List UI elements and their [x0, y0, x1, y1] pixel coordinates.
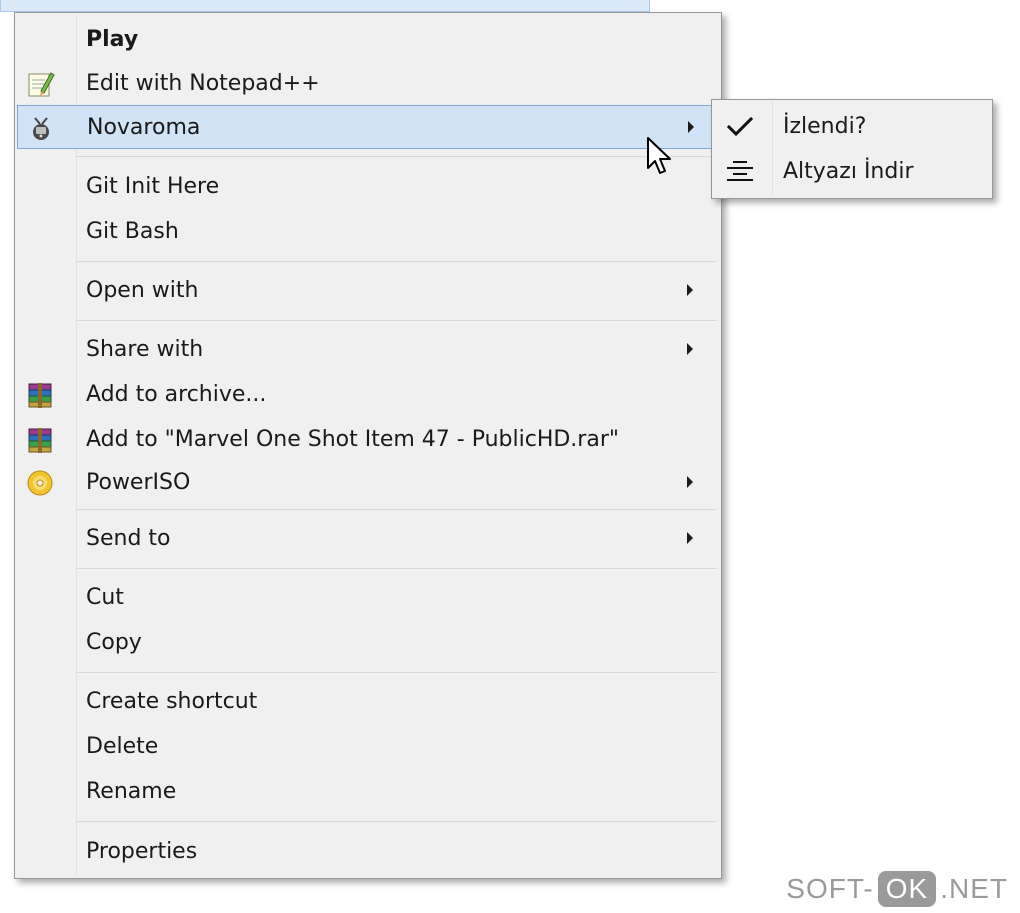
- menu-item-properties[interactable]: Properties: [17, 830, 719, 874]
- menu-item-label: Add to "Marvel One Shot Item 47 - Public…: [86, 427, 619, 452]
- menu-item-delete[interactable]: Delete: [17, 725, 719, 769]
- submenu-item-label: Altyazı İndir: [783, 159, 914, 184]
- menu-item-create-shortcut[interactable]: Create shortcut: [17, 680, 719, 724]
- watermark-ok: OK: [877, 871, 937, 907]
- menu-item-label: Cut: [86, 585, 124, 610]
- watermark: SOFT- OK .NET: [786, 869, 1008, 909]
- submenu-arrow-icon: [688, 121, 694, 133]
- separator: [77, 821, 717, 822]
- menu-item-label: Git Init Here: [86, 174, 220, 199]
- menu-item-label: Delete: [86, 734, 159, 759]
- notepadpp-icon: [25, 69, 55, 99]
- submenu-arrow-icon: [687, 476, 693, 488]
- menu-item-rename[interactable]: Rename: [17, 770, 719, 814]
- menu-item-cut[interactable]: Cut: [17, 576, 719, 620]
- novaroma-icon: [26, 113, 56, 143]
- menu-item-label: Open with: [86, 278, 199, 303]
- separator: [77, 261, 717, 262]
- menu-item-label: PowerISO: [86, 470, 191, 495]
- menu-item-poweriso[interactable]: PowerISO: [17, 461, 719, 505]
- menu-item-git-init-here[interactable]: Git Init Here: [17, 165, 719, 209]
- novaroma-submenu: İzlendi? Altyazı İndir: [711, 99, 993, 199]
- menu-item-copy[interactable]: Copy: [17, 621, 719, 665]
- submenu-item-label: İzlendi?: [783, 114, 867, 139]
- menu-item-play[interactable]: Play: [17, 18, 719, 62]
- menu-item-label: Play: [86, 27, 139, 52]
- menu-item-add-to-rar[interactable]: Add to "Marvel One Shot Item 47 - Public…: [17, 418, 719, 462]
- mouse-pointer-icon: [646, 136, 674, 180]
- separator: [77, 320, 717, 321]
- winrar-icon: [25, 380, 55, 410]
- menu-item-git-bash[interactable]: Git Bash: [17, 210, 719, 254]
- menu-item-label: Share with: [86, 337, 204, 362]
- submenu-arrow-icon: [687, 532, 693, 544]
- menu-item-label: Properties: [86, 839, 198, 864]
- checkmark-icon: [724, 113, 756, 141]
- winrar-icon: [25, 425, 55, 455]
- menu-item-add-to-archive[interactable]: Add to archive...: [17, 373, 719, 417]
- menu-item-label: Rename: [86, 779, 177, 804]
- menu-item-edit-with-notepadpp[interactable]: Edit with Notepad++: [17, 62, 719, 106]
- menu-item-label: Send to: [86, 526, 171, 551]
- submenu-arrow-icon: [687, 284, 693, 296]
- menu-item-label: Create shortcut: [86, 689, 258, 714]
- poweriso-icon: [25, 468, 55, 498]
- menu-item-label: Novaroma: [87, 115, 201, 140]
- separator: [77, 156, 717, 157]
- menu-item-label: Edit with Notepad++: [86, 71, 320, 96]
- submenu-item-izlendi[interactable]: İzlendi?: [714, 105, 990, 149]
- menu-item-open-with[interactable]: Open with: [17, 269, 719, 313]
- watermark-left: SOFT-: [786, 873, 874, 904]
- watermark-right: .NET: [940, 873, 1008, 904]
- menu-item-send-to[interactable]: Send to: [17, 517, 719, 561]
- submenu-item-altyazi-indir[interactable]: Altyazı İndir: [714, 150, 990, 194]
- menu-item-label: Add to archive...: [86, 382, 267, 407]
- menu-item-share-with[interactable]: Share with: [17, 328, 719, 372]
- separator: [77, 568, 717, 569]
- submenu-arrow-icon: [687, 343, 693, 355]
- menu-item-label: Git Bash: [86, 219, 179, 244]
- align-center-icon: [724, 158, 756, 186]
- file-selection-highlight: [0, 0, 650, 12]
- separator: [77, 672, 717, 673]
- menu-item-label: Copy: [86, 630, 142, 655]
- menu-item-novaroma[interactable]: Novaroma: [17, 105, 719, 149]
- context-menu: Play Edit with Notepad++ Novaroma Git In…: [14, 12, 722, 879]
- separator: [77, 509, 717, 510]
